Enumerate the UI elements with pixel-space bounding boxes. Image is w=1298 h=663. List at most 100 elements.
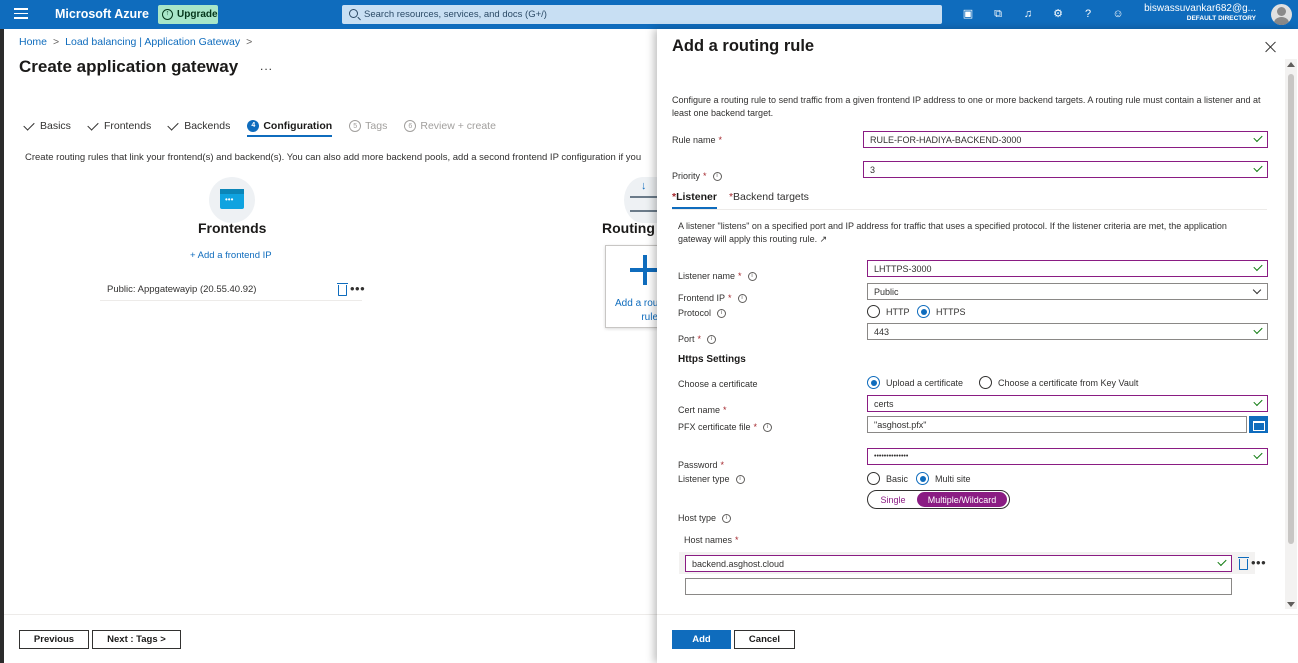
host-type-multiple-option[interactable]: Multiple/Wildcard	[917, 492, 1007, 507]
host-name-input[interactable]: backend.asghost.cloud	[685, 555, 1232, 572]
upload-certificate-label: Upload a certificate	[886, 377, 964, 388]
radio-circle-selected	[916, 472, 929, 485]
required-asterisk: *	[728, 293, 732, 303]
port-input[interactable]: 443	[867, 323, 1268, 340]
listener-name-value: LHTTPS-3000	[874, 263, 932, 274]
directory-filter-icon[interactable]: ⧉	[991, 7, 1005, 21]
breadcrumb-home[interactable]: Home	[19, 36, 47, 48]
next-tags-button[interactable]: Next : Tags >	[92, 630, 181, 649]
brand-title[interactable]: Microsoft Azure	[55, 7, 149, 21]
priority-input[interactable]: 3	[863, 161, 1268, 178]
step-label: Basics	[40, 120, 71, 132]
pfx-file-input[interactable]: "asghost.pfx"	[867, 416, 1247, 433]
add-frontend-ip-link[interactable]: + Add a frontend IP	[190, 250, 272, 261]
tab-backends[interactable]: Backends	[167, 118, 230, 132]
breadcrumb-separator: >	[246, 36, 253, 48]
step-label: Tags	[365, 120, 388, 132]
info-icon[interactable]: i	[763, 422, 773, 432]
folder-browse-icon[interactable]	[1249, 416, 1268, 433]
add-button[interactable]: Add	[672, 630, 731, 649]
info-icon[interactable]: i	[712, 171, 722, 181]
info-icon[interactable]: i	[717, 308, 727, 318]
tab-review-create[interactable]: 6 Review + create	[404, 120, 496, 132]
check-icon	[87, 118, 99, 131]
scroll-down-icon[interactable]	[1287, 602, 1295, 607]
breadcrumb-load-balancing[interactable]: Load balancing | Application Gateway	[65, 36, 240, 48]
tab-basics[interactable]: Basics	[23, 118, 71, 132]
avatar[interactable]	[1271, 4, 1292, 25]
top-bar: Microsoft Azure ↑ Upgrade Search resourc…	[0, 0, 1298, 29]
required-asterisk: *	[753, 422, 758, 432]
host-name-value: backend.asghost.cloud	[692, 558, 785, 569]
required-asterisk: *	[703, 171, 707, 181]
more-options-icon[interactable]: •••	[1251, 556, 1266, 569]
tab-configuration[interactable]: 4 Configuration	[247, 120, 332, 137]
listener-basic-radio[interactable]: Basic	[867, 472, 908, 485]
scroll-up-icon[interactable]	[1287, 62, 1295, 67]
listener-basic-label: Basic	[886, 473, 909, 484]
tab-backend-targets[interactable]: *Backend targets	[729, 191, 809, 203]
frontend-list-item[interactable]: Public: Appgatewayip (20.55.40.92) •••	[100, 279, 365, 301]
search-icon	[349, 9, 358, 18]
delete-icon[interactable]	[1238, 557, 1249, 570]
pfx-file-value: "asghost.pfx"	[874, 419, 927, 430]
cert-name-label: Cert name *	[678, 405, 727, 415]
protocol-label: Protocol i	[678, 308, 727, 318]
upload-certificate-radio[interactable]: Upload a certificate	[867, 376, 963, 389]
rule-name-value: RULE-FOR-HADIYA-BACKEND-3000	[870, 134, 1022, 145]
scrollbar-thumb[interactable]	[1288, 74, 1294, 544]
tab-tags[interactable]: 5 Tags	[349, 120, 387, 132]
port-value: 443	[874, 326, 890, 337]
radio-circle	[867, 472, 880, 485]
cloud-shell-icon[interactable]: ▣	[961, 7, 975, 21]
account-menu[interactable]: biswassuvankar682@g... DEFAULT DIRECTORY	[1144, 3, 1256, 22]
info-icon[interactable]: i	[722, 513, 732, 523]
hamburger-menu-icon[interactable]	[14, 8, 28, 20]
frontend-icon	[209, 177, 255, 223]
delete-icon[interactable]	[337, 283, 348, 296]
more-options-icon[interactable]: ...	[260, 59, 273, 73]
valid-check-icon	[1253, 162, 1263, 173]
protocol-http-radio[interactable]: HTTP	[867, 305, 910, 318]
frontend-ip-select[interactable]: Public	[867, 283, 1268, 300]
external-link-icon[interactable]: ↗	[820, 234, 828, 244]
protocol-http-label: HTTP	[886, 306, 910, 317]
frontend-item-label: Public: Appgatewayip (20.55.40.92)	[107, 284, 257, 295]
close-icon[interactable]	[1265, 41, 1277, 53]
protocol-https-radio[interactable]: HTTPS	[917, 305, 966, 318]
info-icon[interactable]: i	[707, 334, 717, 344]
choose-certificate-label: Choose a certificate	[678, 379, 758, 389]
host-name-new-input[interactable]	[685, 578, 1232, 595]
info-icon[interactable]: i	[747, 271, 757, 281]
listener-multisite-radio[interactable]: Multi site	[916, 472, 971, 485]
cert-name-input[interactable]: certs	[867, 395, 1268, 412]
info-icon[interactable]: i	[737, 293, 747, 303]
feedback-icon[interactable]: ☺	[1111, 7, 1125, 21]
breadcrumb-separator: >	[53, 36, 60, 48]
required-asterisk: *	[723, 405, 727, 415]
global-search[interactable]: Search resources, services, and docs (G+…	[342, 5, 942, 24]
valid-check-icon	[1253, 396, 1263, 407]
tab-frontends[interactable]: Frontends	[87, 118, 151, 132]
key-vault-certificate-radio[interactable]: Choose a certificate from Key Vault	[979, 376, 1138, 389]
cancel-button[interactable]: Cancel	[734, 630, 795, 649]
upgrade-button[interactable]: ↑ Upgrade	[158, 5, 218, 24]
tab-listener[interactable]: *Listener	[672, 191, 717, 209]
password-input[interactable]: ••••••••••••••	[867, 448, 1268, 465]
host-type-toggle: Single Multiple/Wildcard	[867, 490, 1010, 509]
rule-name-input[interactable]: RULE-FOR-HADIYA-BACKEND-3000	[863, 131, 1268, 148]
bell-icon[interactable]: ♫	[1021, 7, 1035, 21]
more-options-icon[interactable]: •••	[350, 282, 365, 295]
help-icon[interactable]: ?	[1081, 7, 1095, 21]
previous-button[interactable]: Previous	[19, 630, 89, 649]
step-number: 4	[247, 120, 260, 132]
host-type-single-option[interactable]: Single	[869, 492, 917, 507]
info-icon[interactable]: i	[735, 474, 745, 484]
listener-name-input[interactable]: LHTTPS-3000	[867, 260, 1268, 277]
add-routing-rule-card[interactable]: Add a rou rule	[605, 245, 665, 328]
listener-type-label-text: Listener type	[678, 474, 730, 484]
required-asterisk: *	[697, 334, 702, 344]
listener-description-text: A listener "listens" on a specified port…	[678, 221, 1227, 244]
radio-circle	[979, 376, 992, 389]
gear-icon[interactable]: ⚙	[1051, 7, 1065, 21]
